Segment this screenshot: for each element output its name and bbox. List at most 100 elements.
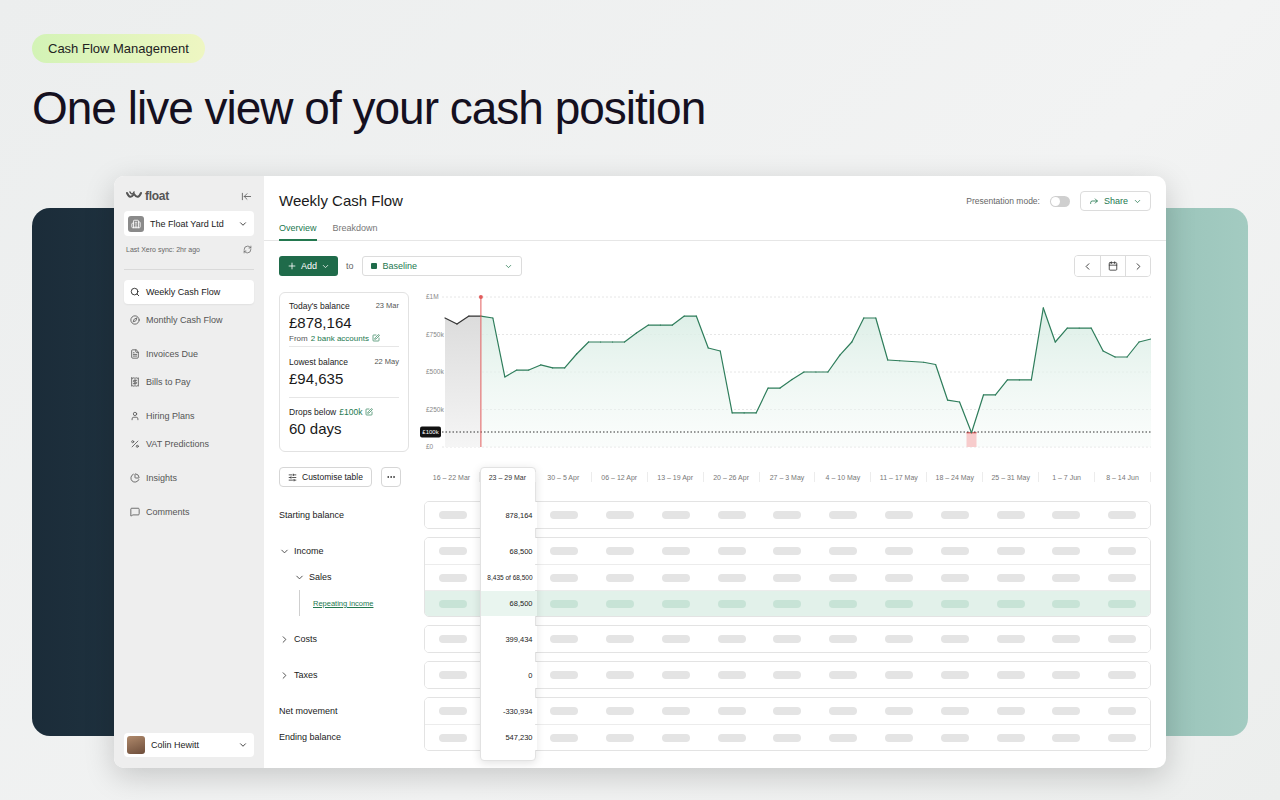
edit-icon[interactable] xyxy=(365,408,373,416)
summary-card: Today's balance23 Mar£878,164From2 bank … xyxy=(279,292,409,452)
column-header[interactable]: 30 – 5 Apr xyxy=(536,472,592,482)
column-header[interactable]: 16 – 22 Mar xyxy=(424,472,480,482)
sidebar-item[interactable]: Weekly Cash Flow xyxy=(124,280,254,304)
table-row: 878,164 xyxy=(425,502,1150,528)
customise-table-button[interactable]: Customise table xyxy=(279,467,372,487)
sidebar-item[interactable]: Bills to Pay xyxy=(124,370,254,394)
table-cell xyxy=(815,626,871,652)
sidebar-item[interactable]: Invoices Due xyxy=(124,342,254,366)
placeholder-bar xyxy=(1108,511,1136,519)
placeholder-bar xyxy=(550,511,578,519)
sidebar-item[interactable]: Comments xyxy=(124,500,254,524)
table-cell: 8,435 of 68,500 xyxy=(481,565,537,590)
sidebar-item[interactable]: Monthly Cash Flow xyxy=(124,308,254,332)
chart-line-segment xyxy=(864,317,876,318)
chevron-right-icon[interactable] xyxy=(279,670,290,681)
placeholder-bar xyxy=(885,547,913,555)
placeholder-bar xyxy=(829,547,857,555)
tab[interactable]: Overview xyxy=(279,217,317,241)
row-label[interactable]: Taxes xyxy=(279,662,424,688)
column-header[interactable]: 11 – 17 May xyxy=(871,472,927,482)
table-cell xyxy=(425,626,481,652)
table-row: 399,434 xyxy=(425,626,1150,652)
summary-value: £94,635 xyxy=(289,370,399,387)
presentation-toggle[interactable] xyxy=(1050,196,1070,207)
chart: £1M£750k£500k£250k£0£100k xyxy=(420,292,1151,452)
table-row: 547,230 xyxy=(425,724,1150,750)
svg-text:£0: £0 xyxy=(426,443,434,450)
chart-line-segment xyxy=(948,400,960,402)
placeholder-bar xyxy=(885,734,913,742)
column-header[interactable]: 1 – 7 Jun xyxy=(1039,472,1095,482)
presentation-label: Presentation mode: xyxy=(966,196,1040,206)
column-header[interactable]: 20 – 26 Apr xyxy=(704,472,760,482)
column-header[interactable]: 4 – 10 May xyxy=(815,472,871,482)
placeholder-bar xyxy=(662,671,690,679)
row-label: Starting balance xyxy=(279,502,424,528)
table-cell xyxy=(537,538,593,564)
edit-icon[interactable] xyxy=(372,334,380,342)
chart-line-segment xyxy=(457,316,469,324)
chevron-down-icon[interactable] xyxy=(294,572,305,583)
row-label[interactable]: Costs xyxy=(279,626,424,652)
table-header: Customise table 16 – 22 Mar23 – 29 Mar30 … xyxy=(279,467,1151,487)
next-button[interactable] xyxy=(1125,256,1150,276)
ellipsis-icon xyxy=(386,472,396,482)
scenario-select[interactable]: Baseline xyxy=(362,256,522,276)
sidebar-item[interactable]: Hiring Plans xyxy=(124,404,254,428)
more-button[interactable] xyxy=(381,467,401,487)
chart-line-segment xyxy=(1115,356,1127,357)
column-header[interactable]: 8 – 14 Jun xyxy=(1095,472,1151,482)
column-header[interactable]: 27 – 3 May xyxy=(760,472,816,482)
placeholder-bar xyxy=(1052,574,1080,582)
repeating-income-link[interactable]: Repeating income xyxy=(313,599,373,608)
chevron-right-icon[interactable] xyxy=(279,634,290,645)
table-cell xyxy=(1094,591,1150,616)
share-button[interactable]: Share xyxy=(1080,191,1151,211)
placeholder-bar xyxy=(941,547,969,555)
user-menu[interactable]: Colin Hewitt xyxy=(124,733,254,757)
table-cell xyxy=(760,502,816,528)
sidebar-item[interactable]: Insights xyxy=(124,466,254,490)
row-label[interactable]: Income xyxy=(279,538,424,564)
bank-accounts-link[interactable]: 2 bank accounts xyxy=(311,334,369,343)
add-button[interactable]: Add xyxy=(279,256,338,276)
row-label[interactable]: Sales xyxy=(279,564,424,590)
placeholder-bar xyxy=(1052,671,1080,679)
table-cell xyxy=(1038,725,1094,750)
sync-button[interactable] xyxy=(243,245,252,254)
table-cell xyxy=(648,626,704,652)
placeholder-bar xyxy=(662,574,690,582)
svg-text:£500k: £500k xyxy=(426,368,444,375)
placeholder-bar xyxy=(606,600,634,608)
chevron-down-icon[interactable] xyxy=(279,546,290,557)
nav-icon xyxy=(130,507,140,517)
column-header[interactable]: 06 – 12 Apr xyxy=(592,472,648,482)
chart-line-segment xyxy=(672,316,684,325)
table-cell xyxy=(927,538,983,564)
previous-button[interactable] xyxy=(1075,256,1100,276)
placeholder-bar xyxy=(718,707,746,715)
nav-group: Insights xyxy=(124,466,254,490)
table-cell xyxy=(760,698,816,724)
collapse-button[interactable] xyxy=(241,191,252,202)
column-header[interactable]: 18 – 24 May xyxy=(927,472,983,482)
column-header[interactable]: 25 – 31 May xyxy=(983,472,1039,482)
sidebar-item[interactable]: VAT Predictions xyxy=(124,432,254,456)
table-cell xyxy=(425,725,481,750)
column-header[interactable]: 23 – 29 Mar xyxy=(480,472,536,482)
table-cell xyxy=(648,502,704,528)
placeholder-bar xyxy=(1108,734,1136,742)
tab[interactable]: Breakdown xyxy=(333,217,378,241)
table-cell xyxy=(425,662,481,688)
calendar-button[interactable] xyxy=(1100,256,1125,276)
chart-line-segment xyxy=(481,316,493,318)
company-avatar xyxy=(128,216,144,232)
chart-line-segment xyxy=(780,380,792,389)
chevron-down-icon xyxy=(504,262,513,271)
table-cell xyxy=(1094,502,1150,528)
threshold-link[interactable]: £100k xyxy=(339,407,362,417)
table-cell xyxy=(648,538,704,564)
column-header[interactable]: 13 – 19 Apr xyxy=(648,472,704,482)
company-select[interactable]: The Float Yard Ltd xyxy=(124,211,254,236)
